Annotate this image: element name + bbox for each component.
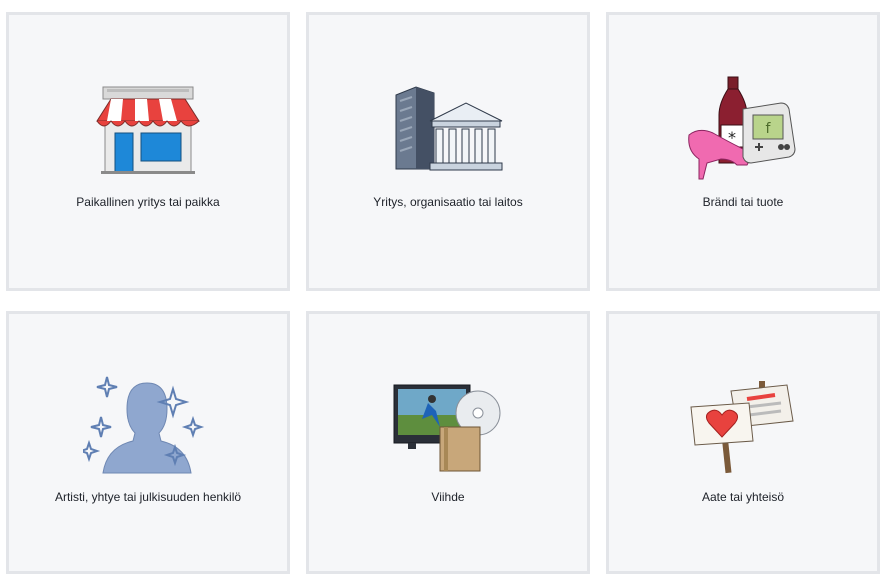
buildings-icon: [309, 77, 587, 183]
storefront-icon: [9, 77, 287, 183]
category-label: Aate tai yhteisö: [701, 490, 785, 504]
category-label: Artisti, yhtye tai julkisuuden henkilö: [54, 490, 242, 504]
category-tile-cause[interactable]: Aate tai yhteisö: [606, 311, 880, 574]
category-label: Paikallinen yritys tai paikka: [76, 195, 220, 209]
signs-icon: [609, 372, 877, 478]
person-silhouette-icon: [9, 372, 287, 478]
category-tile-local-business[interactable]: Paikallinen yritys tai paikka: [6, 12, 290, 291]
products-icon: * f: [609, 76, 877, 183]
category-tile-company[interactable]: Yritys, organisaatio tai laitos: [306, 12, 590, 291]
category-label: Yritys, organisaatio tai laitos: [373, 195, 523, 209]
category-tile-brand[interactable]: * f Brändi tai tuote: [606, 12, 880, 291]
category-label: Viihde: [431, 490, 465, 504]
entertainment-icon: [309, 372, 587, 478]
category-tile-artist[interactable]: Artisti, yhtye tai julkisuuden henkilö: [6, 311, 290, 574]
category-label: Brändi tai tuote: [702, 195, 784, 209]
category-tile-entertainment[interactable]: Viihde: [306, 311, 590, 574]
